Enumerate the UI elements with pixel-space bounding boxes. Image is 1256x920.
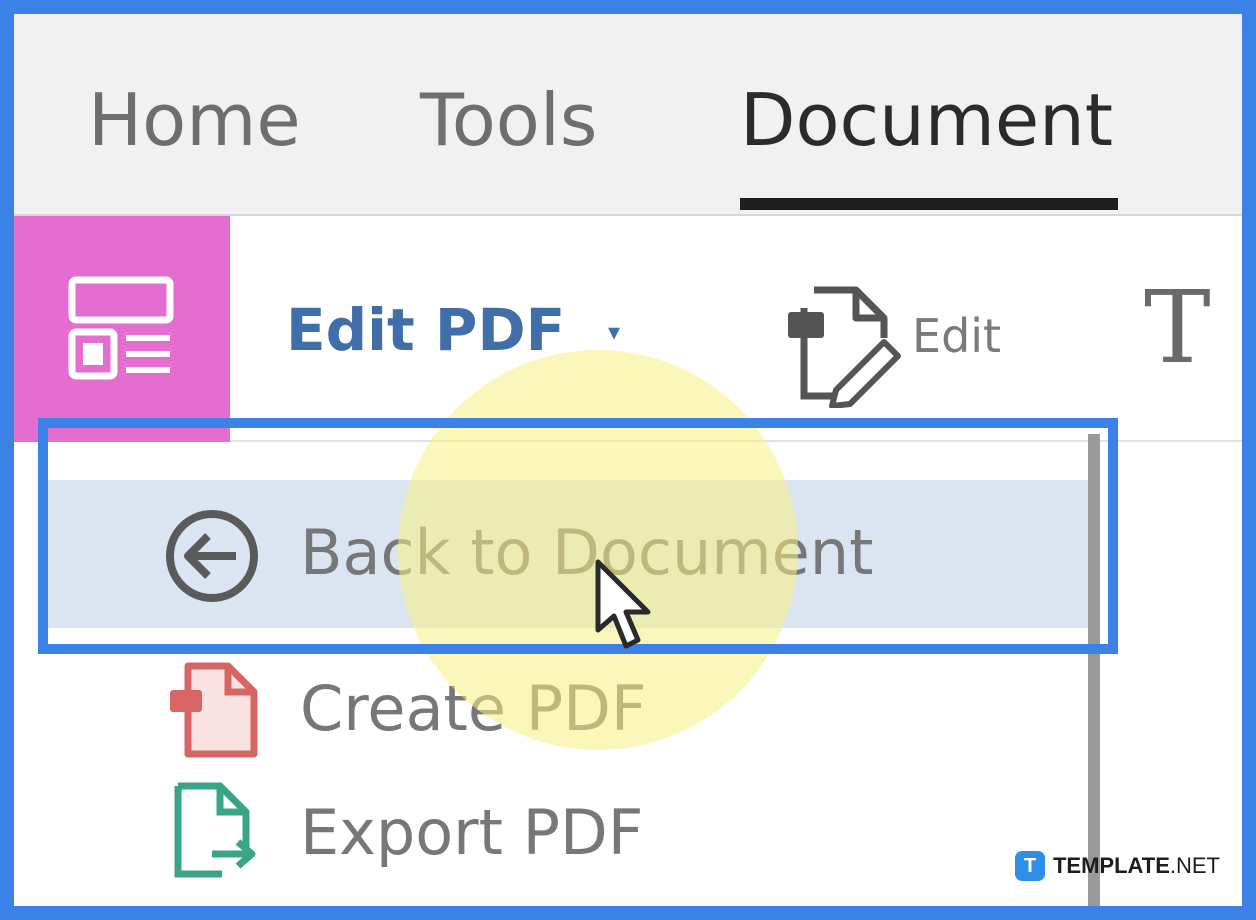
chevron-down-icon[interactable]: ▾ (608, 318, 620, 346)
edit-tool-label[interactable]: Edit (912, 310, 1001, 362)
tab-document[interactable]: Document (740, 80, 1113, 160)
ribbon-tab-bar: Home Tools Document (14, 14, 1242, 216)
mouse-pointer-icon (595, 559, 651, 649)
menu-item-export-pdf[interactable]: Export PDF (44, 774, 1088, 894)
highlight-box (38, 418, 1118, 654)
active-tab-indicator (740, 198, 1118, 210)
watermark-suffix: .NET (1169, 853, 1220, 878)
template-net-watermark: T TEMPLATE.NET (1014, 846, 1220, 886)
export-pdf-icon (174, 782, 256, 878)
create-pdf-icon (170, 662, 258, 758)
edit-document-icon[interactable] (774, 278, 904, 408)
menu-item-label: Export PDF (300, 796, 644, 869)
tab-tools[interactable]: Tools (420, 80, 597, 160)
text-tool-icon[interactable]: T (1144, 276, 1211, 380)
screenshot-frame: Home Tools Document Edit PDF ▾ Edit T Ba… (0, 0, 1256, 920)
watermark-brand: TEMPLATE (1052, 853, 1170, 878)
edit-pdf-dropdown[interactable]: Edit PDF (286, 298, 565, 362)
layout-icon (68, 276, 174, 380)
template-logo-icon: T (1014, 851, 1045, 881)
edit-pdf-tool-tile[interactable] (14, 216, 230, 442)
tab-home[interactable]: Home (88, 80, 301, 160)
